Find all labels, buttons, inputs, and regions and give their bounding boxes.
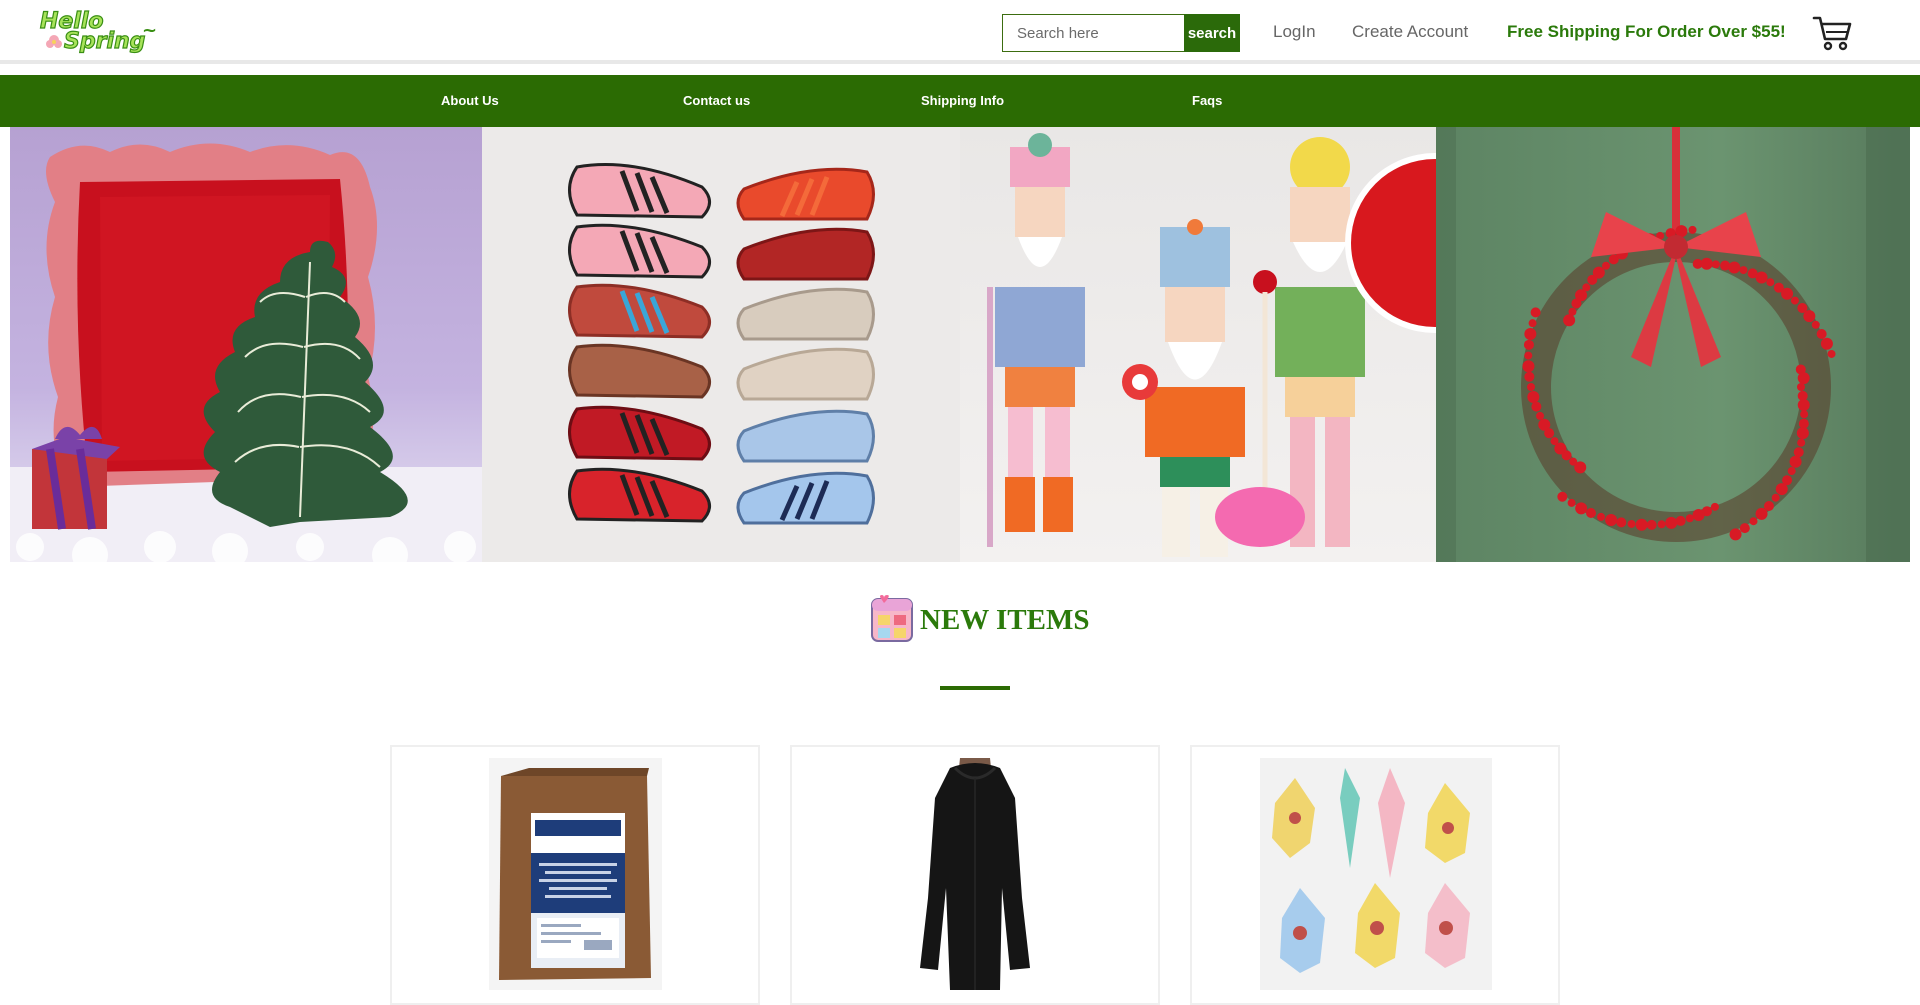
product-image-glass-ornaments[interactable] [1260, 758, 1492, 995]
product-image-black-hoodie[interactable] [910, 758, 1040, 995]
create-account-link[interactable]: Create Account [1352, 22, 1468, 42]
section-divider [940, 686, 1010, 690]
new-items-heading: NEW ITEMS [870, 593, 1090, 648]
product-card[interactable] [390, 745, 760, 1005]
banner-panel-nutcrackers [960, 127, 1436, 562]
login-link[interactable]: LogIn [1273, 22, 1316, 42]
site-header: Hello Spring ~ search LogIn Create Accou… [0, 0, 1920, 64]
hello-spring-logo[interactable]: Hello Spring ~ [38, 2, 173, 54]
shopping-cart-icon[interactable] [1812, 14, 1852, 52]
main-nav: About Us Contact us Shipping Info Faqs [0, 75, 1920, 127]
nav-item-shipping-info[interactable]: Shipping Info [921, 93, 1004, 108]
svg-text:Spring: Spring [64, 29, 145, 54]
search-button[interactable]: search [1184, 14, 1240, 52]
search-form: search [1002, 14, 1240, 52]
banner-panel-pillow [10, 127, 482, 562]
search-input[interactable] [1002, 14, 1184, 52]
nav-item-faqs[interactable]: Faqs [1192, 93, 1222, 108]
nav-item-about-us[interactable]: About Us [441, 93, 499, 108]
banner-panel-wreath [1436, 127, 1910, 562]
svg-text:~: ~ [142, 20, 157, 41]
new-items-title: NEW ITEMS [920, 603, 1090, 636]
banner-panel-sneakers [482, 127, 960, 562]
free-shipping-promo: Free Shipping For Order Over $55! [1507, 22, 1786, 41]
product-image-bradford-white-box[interactable] [489, 758, 662, 995]
product-card[interactable] [1190, 745, 1560, 1005]
product-card[interactable] [790, 745, 1160, 1005]
hero-banner[interactable] [10, 127, 1910, 562]
nav-item-contact-us[interactable]: Contact us [683, 93, 750, 108]
calendar-heart-icon [870, 593, 914, 648]
